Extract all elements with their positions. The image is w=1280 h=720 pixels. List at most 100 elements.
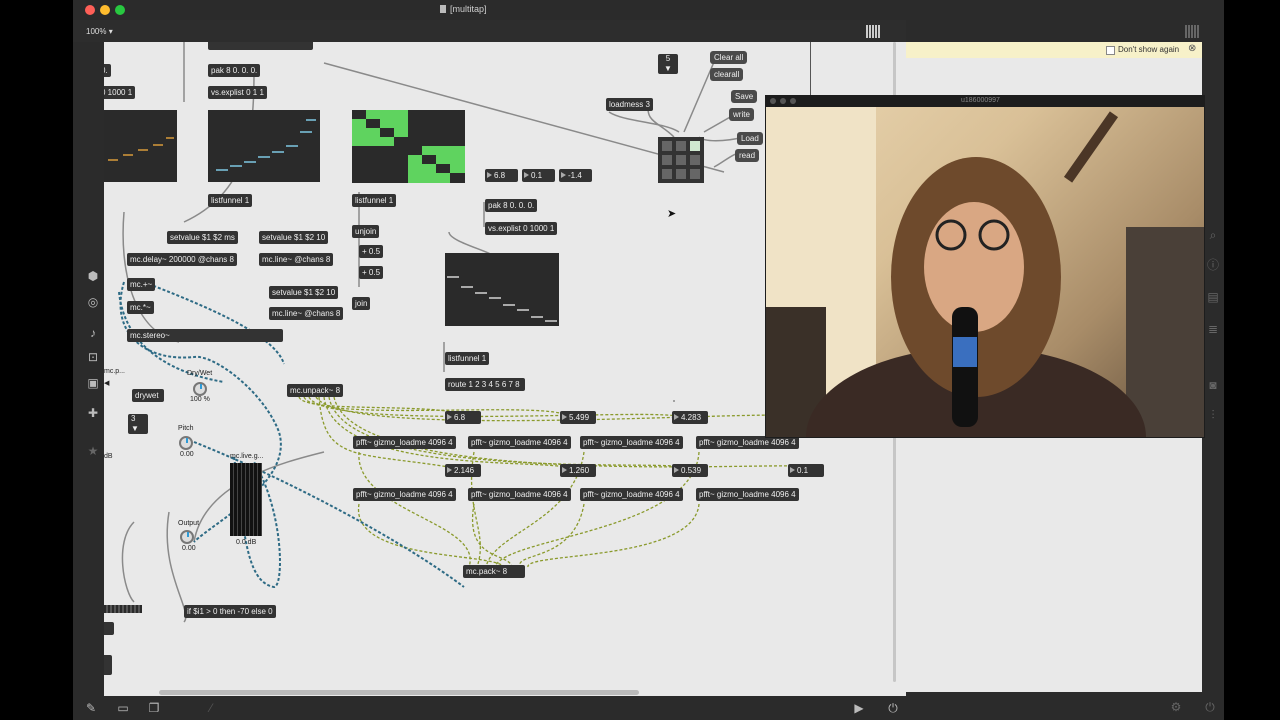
target-icon[interactable]: ◎ [85, 295, 101, 309]
star-icon[interactable]: ★ [85, 444, 101, 458]
presentation-icon[interactable]: ⊡ [85, 350, 101, 364]
pak-object-1[interactable]: pak 8 0. 0. 0. [208, 64, 261, 77]
number-box-neg-1-4[interactable]: -1.4 [559, 169, 592, 182]
power-icon-right[interactable]: ⏻ [1202, 700, 1218, 714]
edit-pencil-icon[interactable]: ✎ [83, 701, 99, 715]
explist-object-2[interactable]: vs.explist 0 1000 1 [485, 222, 558, 235]
image-icon[interactable]: ▣ [85, 376, 101, 390]
music-note-icon[interactable]: ♪ [85, 326, 101, 340]
horizontal-scroll-thumb[interactable] [159, 690, 639, 695]
minimize-window-button[interactable] [100, 5, 110, 15]
pfft-object-8[interactable]: pfft~ gizmo_loadme 4096 4 [696, 488, 799, 501]
number-box-0-1[interactable]: 0.1 [522, 169, 555, 182]
mc-line-object-2[interactable]: mc.line~ @chans 8 [269, 307, 344, 320]
horizontal-scrollbar[interactable] [104, 690, 883, 696]
right-grid-icon[interactable] [1185, 25, 1199, 38]
explist-object-1[interactable]: vs.explist 0 1 1 [208, 86, 267, 99]
partial-top-object[interactable] [208, 42, 313, 50]
video-minimize-button[interactable] [780, 98, 786, 104]
book-icon[interactable]: ▤ [1205, 290, 1221, 304]
pfft-object-2[interactable]: pfft~ gizmo_loadme 4096 4 [468, 436, 571, 449]
matrix-grid-display[interactable] [352, 110, 465, 183]
video-close-button[interactable] [770, 98, 776, 104]
save-button[interactable]: Save [731, 90, 758, 103]
mc-delay-object[interactable]: mc.delay~ 200000 @chans 8 [127, 253, 237, 266]
number-box-row2-3[interactable]: 0.539 [672, 464, 708, 477]
grid-icon[interactable] [866, 25, 881, 38]
partial-object-1[interactable] [104, 622, 114, 635]
partial-number[interactable]: 0. [104, 64, 111, 77]
join-object[interactable]: join [352, 297, 371, 310]
output-dial[interactable] [180, 530, 194, 544]
pfft-object-5[interactable]: pfft~ gizmo_loadme 4096 4 [353, 488, 456, 501]
wand-icon[interactable]: ⁄ [203, 701, 219, 715]
clear-all-button[interactable]: Clear all [710, 51, 748, 64]
mc-unpack-object[interactable]: mc.unpack~ 8 [287, 384, 344, 397]
number-box-5[interactable]: 5 ▼ [658, 54, 678, 74]
mc-stereo-object[interactable]: mc.stereo~ [127, 329, 283, 342]
route-object[interactable]: route 1 2 3 4 5 6 7 8 [445, 378, 525, 391]
drywet-dial[interactable] [193, 382, 207, 396]
window-stack-icon[interactable]: ❐ [146, 701, 162, 715]
mc-plus-object[interactable]: mc.+~ [127, 278, 156, 291]
preset-grid[interactable] [658, 137, 704, 183]
zoom-window-button[interactable] [115, 5, 125, 15]
drywet-object[interactable]: drywet [132, 389, 164, 402]
close-notice-icon[interactable]: ⊗ [1188, 43, 1196, 54]
setvalue-ms-object[interactable]: setvalue $1 $2 ms [167, 231, 238, 244]
listfunnel-b[interactable]: listfunnel 1 [352, 194, 397, 207]
list-icon[interactable]: ≣ [1205, 322, 1221, 336]
pitch-dial[interactable] [179, 436, 193, 450]
number-box-row2-1[interactable]: 2.146 [445, 464, 481, 477]
mc-live-gain-slider[interactable] [230, 463, 262, 536]
multislider-center[interactable] [208, 110, 320, 182]
multislider-bottom[interactable] [445, 253, 559, 326]
play-icon[interactable]: ▶ [851, 701, 867, 715]
comment-icon[interactable]: ▭ [115, 701, 131, 715]
search-icon[interactable]: ⌕ [1205, 228, 1221, 242]
plus-object-1[interactable]: + 0.5 [359, 245, 384, 258]
multislider-left[interactable] [104, 110, 177, 182]
setvalue-object-2[interactable]: setvalue $1 $2 10 [259, 231, 329, 244]
number-box-3[interactable]: 3 ▼ [128, 414, 148, 434]
partial-object-2[interactable] [104, 655, 112, 675]
pfft-object-7[interactable]: pfft~ gizmo_loadme 4096 4 [580, 488, 683, 501]
video-zoom-button[interactable] [790, 98, 796, 104]
if-expression-object[interactable]: if $i1 > 0 then -70 else 0 [184, 605, 276, 618]
close-window-button[interactable] [85, 5, 95, 15]
pak-object-2[interactable]: pak 8 0. 0. 0. [485, 199, 538, 212]
info-icon[interactable]: ⓘ [1205, 258, 1221, 272]
unjoin-object[interactable]: unjoin [352, 225, 380, 238]
pfft-object-6[interactable]: pfft~ gizmo_loadme 4096 4 [468, 488, 571, 501]
number-box-row1-2[interactable]: 5.499 [560, 411, 596, 424]
number-box-row2-2[interactable]: 1.260 [560, 464, 596, 477]
plus-object-2[interactable]: + 0.5 [359, 266, 384, 279]
package-icon[interactable]: ⬢ [85, 269, 101, 283]
number-box-row1-1[interactable]: 6.8 [445, 411, 481, 424]
pitch-label: Pitch [178, 425, 194, 432]
loadmess-object[interactable]: loadmess 3 [606, 98, 653, 111]
load-button[interactable]: Load [737, 132, 763, 145]
read-message[interactable]: read [735, 149, 760, 162]
clearall-message[interactable]: clearall [710, 68, 744, 81]
mc-pack-object[interactable]: mc.pack~ 8 [463, 565, 525, 578]
settings-icon[interactable]: ⚙ [1168, 700, 1184, 714]
zoom-select[interactable]: 100% ▾ [86, 27, 113, 36]
write-message[interactable]: write [729, 108, 754, 121]
mc-times-object[interactable]: mc.*~ [127, 301, 154, 314]
sliders-icon[interactable]: ⫶ [1205, 408, 1221, 422]
camera-icon[interactable]: ◙ [1205, 378, 1221, 392]
dont-show-checkbox[interactable] [1106, 46, 1115, 55]
partial-explist[interactable]: 0 1000 1 [104, 86, 136, 99]
listfunnel-c[interactable]: listfunnel 1 [445, 352, 490, 365]
number-box-row1-3[interactable]: 4.283 [672, 411, 708, 424]
mc-line-object-1[interactable]: mc.line~ @chans 8 [259, 253, 334, 266]
power-icon[interactable]: ⏻ [885, 701, 901, 715]
pfft-object-3[interactable]: pfft~ gizmo_loadme 4096 4 [580, 436, 683, 449]
listfunnel-a[interactable]: listfunnel 1 [208, 194, 253, 207]
number-box-6-8[interactable]: 6.8 [485, 169, 518, 182]
setvalue-object-3[interactable]: setvalue $1 $2 10 [269, 286, 339, 299]
puzzle-icon[interactable]: ✚ [85, 406, 101, 420]
number-box-row2-4[interactable]: 0.1 [788, 464, 824, 477]
pfft-object-1[interactable]: pfft~ gizmo_loadme 4096 4 [353, 436, 456, 449]
